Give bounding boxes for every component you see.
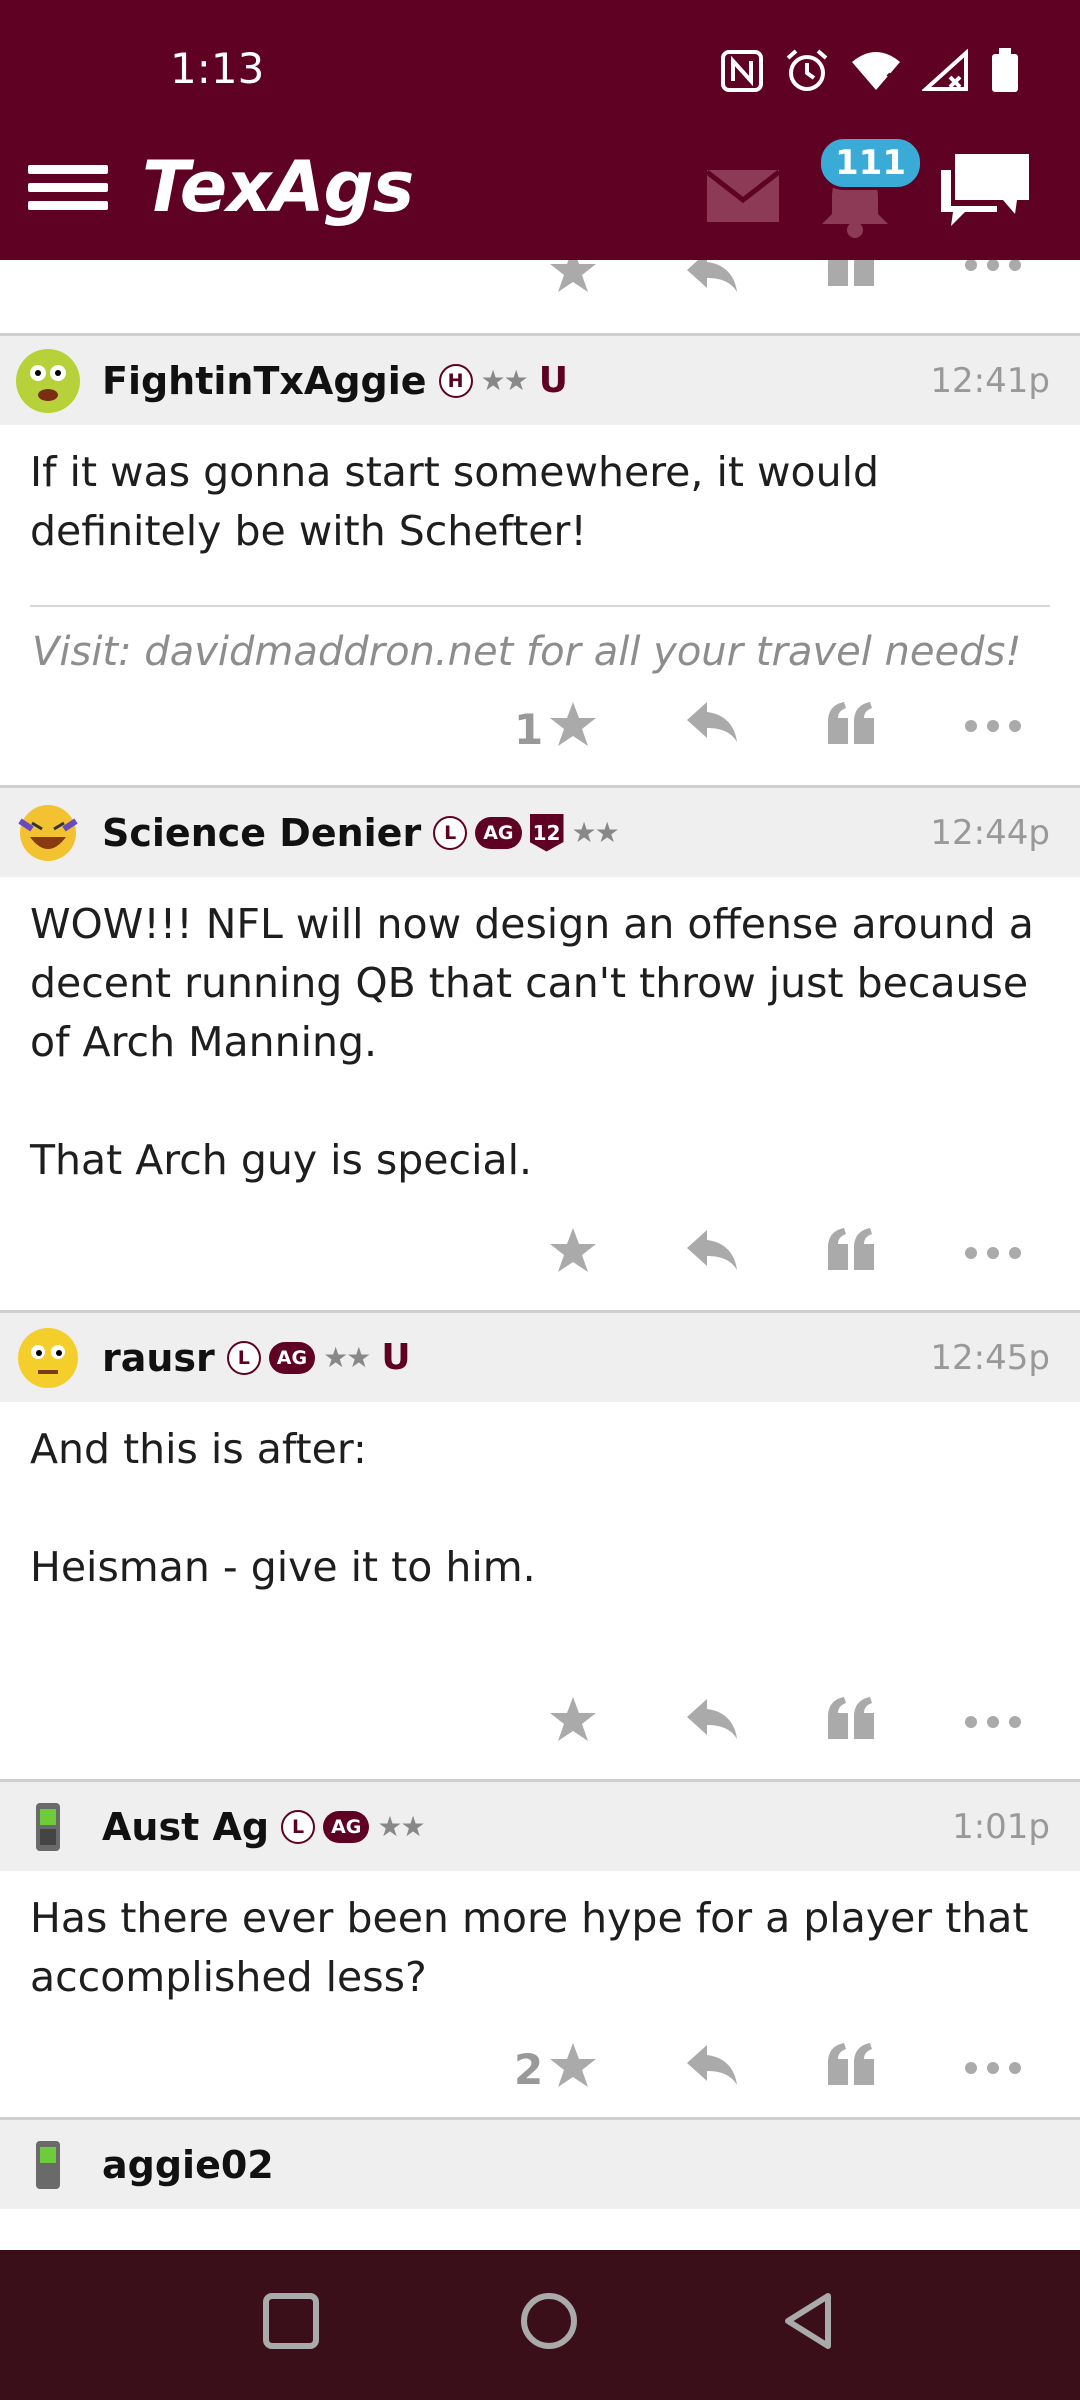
post-header-partial: aggie02 — [0, 2120, 1080, 2209]
post-text: Heisman - give it to him. — [30, 1543, 536, 1591]
post-text: If it was gonna start somewhere, it woul… — [30, 448, 879, 555]
quote-icon[interactable] — [826, 1695, 876, 1741]
home-button[interactable] — [520, 2292, 578, 2354]
alarm-icon — [784, 48, 830, 94]
user-stars: ★★ — [480, 364, 529, 397]
post-actions — [0, 1190, 1080, 1310]
signal-icon — [922, 49, 970, 93]
wifi-icon — [850, 50, 902, 92]
post-signature: Visit: davidmaddron.net for all your tra… — [32, 629, 1022, 675]
more-icon[interactable] — [964, 260, 1022, 272]
badge-12th-man: 12 — [529, 813, 564, 852]
reply-icon[interactable] — [685, 700, 739, 744]
quote-icon[interactable] — [826, 2041, 876, 2087]
reply-icon[interactable] — [685, 1228, 739, 1272]
star-icon[interactable] — [548, 1226, 598, 1274]
post-text: That Arch guy is special. — [30, 1136, 533, 1184]
post-time: 1:01p — [952, 1806, 1050, 1847]
star-count: 2 — [514, 2045, 544, 2094]
star-count: 1 — [514, 705, 544, 754]
post-header: Aust Ag L AG ★★ 1:01p — [0, 1782, 1080, 1871]
app-bar: TexAgs 111 — [0, 136, 1080, 260]
post-body: And this is after: Heisman - give it to … — [0, 1402, 1080, 1597]
badge-l: L — [226, 1340, 261, 1375]
more-icon[interactable] — [964, 1246, 1022, 1260]
user-stars: ★★ — [323, 1341, 371, 1374]
u-logo-badge: U — [538, 360, 568, 401]
status-time: 1:13 — [170, 44, 265, 93]
quote-icon[interactable] — [826, 260, 876, 288]
post-text: And this is after: — [30, 1425, 367, 1473]
reply-icon[interactable] — [685, 2043, 739, 2087]
more-icon[interactable] — [964, 719, 1022, 733]
forums-chat-icon[interactable] — [935, 148, 1035, 236]
quote-icon[interactable] — [826, 1226, 876, 1272]
battery-icon — [990, 48, 1020, 94]
star-icon[interactable] — [548, 2041, 598, 2089]
mail-icon[interactable] — [705, 168, 781, 228]
badge-l: L — [433, 815, 468, 850]
avatar[interactable] — [16, 1326, 80, 1390]
post-actions: 2 — [0, 2007, 1080, 2117]
badge-ag: AG — [475, 816, 522, 849]
username[interactable]: FightinTxAggie — [102, 359, 427, 403]
star-icon[interactable] — [548, 260, 598, 294]
avatar[interactable] — [16, 348, 80, 413]
post: FightinTxAggie H ★★ U 12:41p If it was g… — [0, 336, 1080, 788]
post-body: WOW!!! NFL will now design an offense ar… — [0, 877, 1080, 1190]
nfc-icon — [720, 49, 764, 93]
post: Science Denier L AG 12 ★★ 12:44p WOW!!! … — [0, 788, 1080, 1313]
badge-l: L — [281, 1809, 316, 1844]
reply-icon[interactable] — [685, 260, 739, 294]
quote-icon[interactable] — [826, 700, 876, 746]
avatar[interactable] — [16, 1795, 80, 1859]
badge-h: H — [438, 363, 473, 398]
badge-ag: AG — [268, 1341, 316, 1374]
system-icons — [720, 48, 1020, 94]
texags-logo[interactable]: TexAgs — [142, 146, 414, 228]
post-actions: 1 — [0, 675, 1080, 785]
avatar[interactable] — [16, 2133, 80, 2197]
avatar[interactable] — [16, 801, 80, 865]
user-stars: ★★ — [571, 816, 620, 849]
post-text: Has there ever been more hype for a play… — [30, 1894, 1029, 2001]
username[interactable]: rausr — [102, 1336, 215, 1380]
post-text — [30, 1479, 1050, 1538]
post-body: Has there ever been more hype for a play… — [0, 1871, 1080, 2007]
u-logo-badge: U — [381, 1337, 411, 1378]
post-body: If it was gonna start somewhere, it woul… — [0, 425, 1080, 561]
more-icon[interactable] — [964, 1715, 1022, 1729]
badge-ag: AG — [323, 1810, 370, 1843]
post-header: FightinTxAggie H ★★ U 12:41p — [0, 336, 1080, 425]
post: rausr L AG ★★ U 12:45p And this is after… — [0, 1313, 1080, 1782]
username[interactable]: aggie02 — [102, 2143, 274, 2187]
recents-button[interactable] — [262, 2292, 320, 2354]
post-time: 12:45p — [930, 1337, 1050, 1378]
user-stars: ★★ — [377, 1810, 425, 1843]
thread-feed[interactable]: FightinTxAggie H ★★ U 12:41p If it was g… — [0, 260, 1080, 2250]
post-time: 12:41p — [930, 360, 1050, 401]
post-text: WOW!!! NFL will now design an offense ar… — [30, 900, 1034, 1066]
reply-icon[interactable] — [685, 1697, 739, 1741]
back-button[interactable] — [782, 2292, 834, 2354]
star-icon[interactable] — [548, 700, 598, 748]
post: Aust Ag L AG ★★ 1:01p Has there ever bee… — [0, 1782, 1080, 2120]
status-bar: 1:13 — [0, 0, 1080, 146]
more-icon[interactable] — [964, 2061, 1022, 2075]
username[interactable]: Aust Ag — [102, 1805, 269, 1849]
post-text — [30, 1072, 1050, 1131]
post-header: rausr L AG ★★ U 12:45p — [0, 1313, 1080, 1402]
post-actions — [0, 1597, 1080, 1779]
star-icon[interactable] — [548, 1695, 598, 1743]
post-header: Science Denier L AG 12 ★★ 12:44p — [0, 788, 1080, 877]
notification-badge: 111 — [818, 136, 923, 190]
system-nav-bar — [0, 2250, 1080, 2400]
previous-post-actions — [0, 260, 1080, 336]
post-time: 12:44p — [930, 812, 1050, 853]
username[interactable]: Science Denier — [102, 811, 421, 855]
menu-icon[interactable] — [28, 156, 108, 226]
